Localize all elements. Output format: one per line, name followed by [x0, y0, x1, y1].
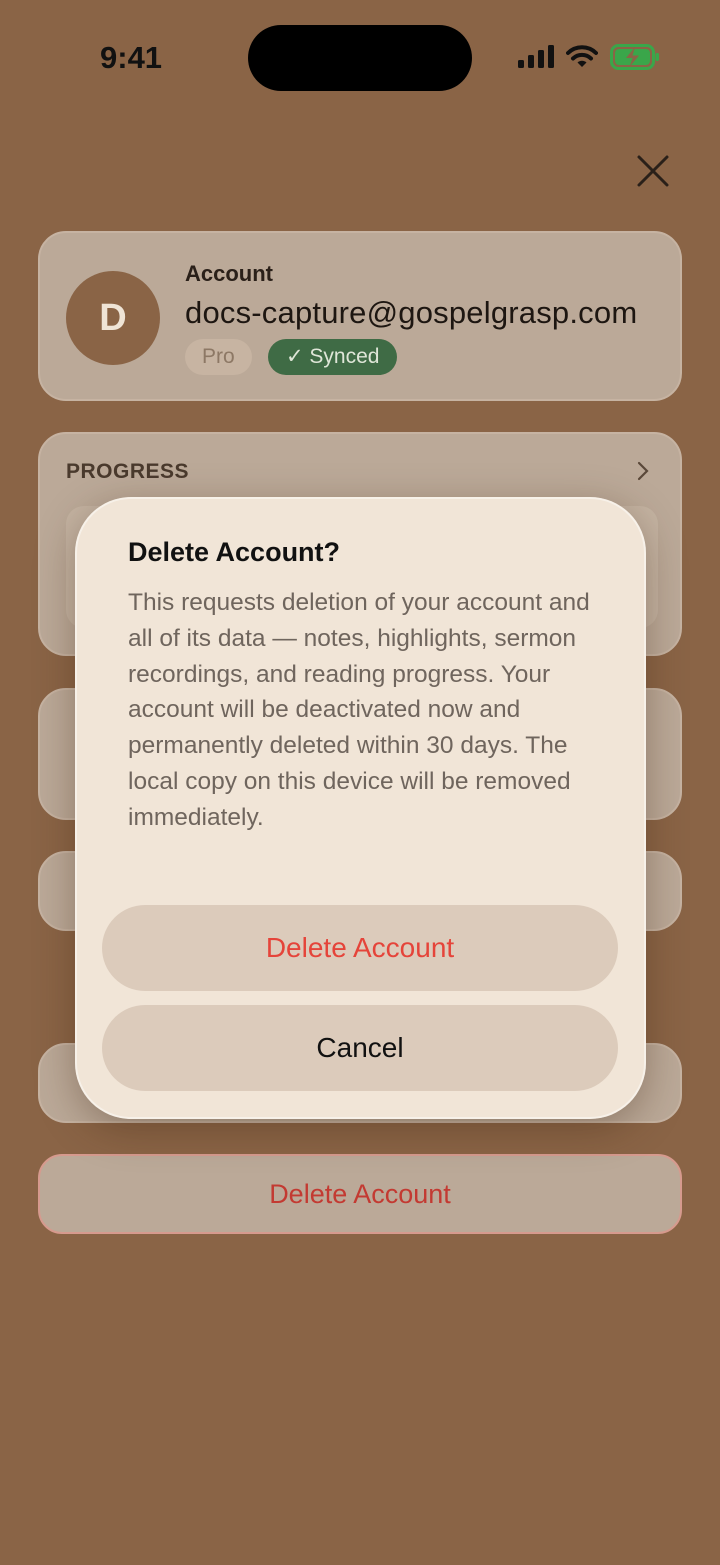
status-icons — [518, 44, 660, 70]
dialog-message: This requests deletion of your account a… — [128, 589, 590, 831]
delete-account-dialog: Delete Account? This requests deletion o… — [75, 497, 646, 1119]
status-bar: 9:41 — [0, 0, 720, 120]
dynamic-island — [248, 25, 472, 91]
account-card: D Account docs-capture@gospelgrasp.com P… — [38, 231, 682, 401]
battery-charging-icon — [610, 44, 659, 70]
cellular-signal-icon — [518, 45, 554, 68]
progress-section-title: PROGRESS — [66, 460, 190, 483]
close-icon[interactable] — [630, 148, 676, 194]
account-email: docs-capture@gospelgrasp.com — [185, 295, 638, 330]
wifi-icon — [566, 45, 598, 67]
cancel-button[interactable]: Cancel — [102, 1005, 618, 1091]
account-label: Account — [185, 261, 273, 286]
status-time: 9:41 — [100, 40, 163, 75]
confirm-delete-button[interactable]: Delete Account — [102, 905, 618, 991]
avatar: D — [66, 271, 160, 365]
pro-badge: Pro — [185, 339, 252, 375]
synced-badge: ✓ Synced — [268, 339, 398, 375]
dialog-title: Delete Account? — [128, 537, 341, 567]
chevron-right-icon — [637, 461, 649, 481]
delete-account-button[interactable]: Delete Account — [38, 1154, 682, 1234]
